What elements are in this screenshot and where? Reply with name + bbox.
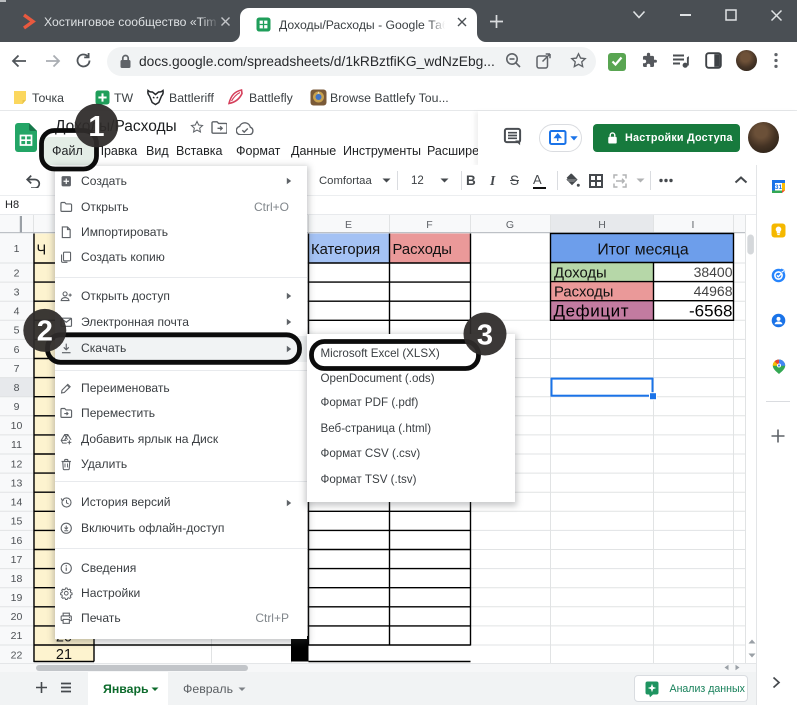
svg-text:3: 3 xyxy=(477,319,493,351)
svg-text:2: 2 xyxy=(37,316,53,348)
svg-text:1: 1 xyxy=(88,111,104,143)
